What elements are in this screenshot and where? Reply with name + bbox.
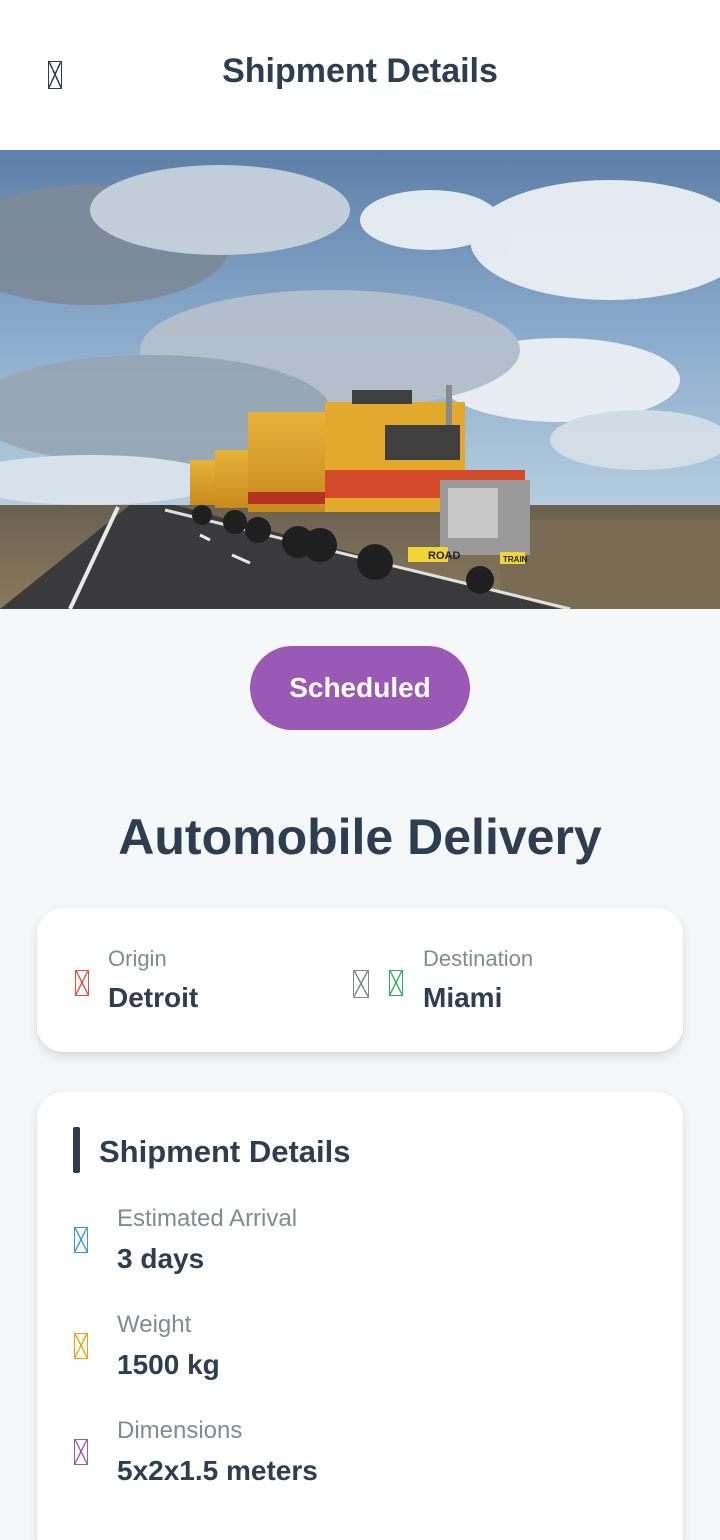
origin-block: Origin Detroit [108,946,198,1014]
detail-row-weight: Weight 1500 kg [117,1311,220,1381]
destination-value: Miami [423,982,503,1013]
weight-label: Weight [117,1311,192,1338]
origin-label: Origin [108,946,167,971]
ruler-icon [74,1439,88,1465]
app-header: Shipment Details [0,0,720,150]
weight-value: 1500 kg [117,1349,220,1380]
road-sign-text: ROAD [428,550,460,562]
train-sign-text: TRAIN [503,555,528,564]
arrow-right-icon [353,970,369,998]
destination-block: Destination Miami [423,946,533,1014]
dimensions-value: 5x2x1.5 meters [117,1455,318,1486]
shipment-details-screen: Shipment Details ROAD TRAIN Scheduled Au… [0,0,720,1540]
truck-photo: ROAD TRAIN [0,150,720,609]
shipment-details-card: Shipment Details Estimated Arrival 3 day… [37,1092,683,1540]
arrival-label: Estimated Arrival [117,1205,298,1232]
detail-row-dimensions: Dimensions 5x2x1.5 meters [117,1417,318,1487]
section-accent-bar [73,1127,80,1173]
page-title: Shipment Details [222,52,498,90]
origin-value: Detroit [108,982,199,1013]
flag-icon [389,970,403,996]
weight-icon [74,1333,88,1359]
clock-icon [74,1227,88,1253]
route-card: Origin Detroit Destination Miami [37,908,683,1052]
map-pin-icon [75,970,89,996]
dimensions-label: Dimensions [117,1417,243,1444]
status-badge: Scheduled [250,646,470,730]
details-section-title: Shipment Details [99,1134,351,1169]
destination-label: Destination [423,946,534,971]
detail-row-arrival: Estimated Arrival 3 days [117,1205,297,1275]
shipment-title: Automobile Delivery [118,809,602,865]
arrival-value: 3 days [117,1243,205,1274]
